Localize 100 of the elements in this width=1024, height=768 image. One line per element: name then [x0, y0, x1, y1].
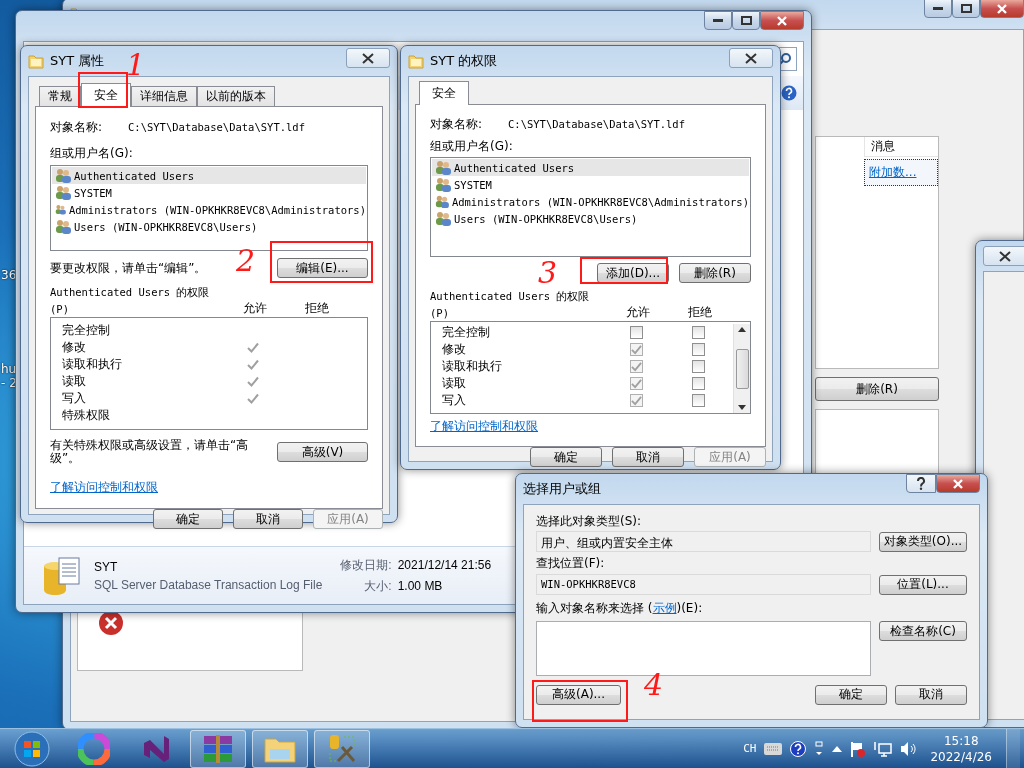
tab[interactable]: 安全: [419, 81, 469, 105]
permission-name: 修改: [441, 341, 467, 358]
remove-button[interactable]: 删除(R): [679, 263, 751, 283]
checkbox[interactable]: [691, 360, 705, 373]
size-label: 大小:: [364, 577, 392, 595]
flag-icon[interactable]: [850, 740, 867, 757]
help-link[interactable]: 了解访问控制和权限: [430, 417, 538, 435]
object-name-label: 对象名称:: [50, 118, 104, 136]
maximize-icon: [960, 4, 972, 13]
keyboard-icon[interactable]: [764, 742, 783, 755]
user-item[interactable]: Users (WIN-OPKHKR8EVC8\Users): [52, 218, 366, 235]
checkbox[interactable]: [629, 377, 643, 390]
scroll-up-icon: [738, 327, 746, 332]
taskbar-app[interactable]: [190, 729, 246, 768]
minimize-button[interactable]: [704, 11, 732, 30]
permission-name: 读取: [61, 373, 87, 390]
restore-icon[interactable]: [814, 740, 825, 757]
dialog-button[interactable]: 确定: [153, 509, 223, 529]
scroll-down-icon: [738, 405, 746, 410]
checkbox[interactable]: [629, 394, 643, 407]
help-link[interactable]: 了解访问控制和权限: [50, 478, 158, 496]
permission-name: 写入: [61, 390, 87, 407]
checkbox[interactable]: [629, 343, 643, 356]
show-desktop-button[interactable]: [1006, 728, 1020, 768]
permission-name: 写入: [441, 392, 467, 409]
locations-button[interactable]: 位置(L)...: [879, 574, 967, 595]
speaker-icon[interactable]: [900, 740, 917, 757]
input-language[interactable]: CH: [743, 742, 757, 755]
dialog-button[interactable]: 取消: [233, 509, 303, 529]
annotation-number: 3: [538, 258, 558, 288]
tab[interactable]: 详细信息: [131, 86, 197, 106]
checkbox[interactable]: [691, 326, 705, 339]
desktop-icon-label[interactable]: hu: [1, 362, 17, 376]
close-button[interactable]: [729, 48, 773, 68]
checkbox[interactable]: [691, 394, 705, 407]
object-name-label: 对象名称:: [430, 115, 484, 133]
file-type: SQL Server Database Transaction Log File: [94, 577, 323, 592]
minimize-button[interactable]: [924, 0, 952, 18]
maximize-button[interactable]: [732, 11, 760, 30]
examples-link[interactable]: 示例: [652, 600, 677, 615]
advanced-button[interactable]: 高级(A)...: [536, 684, 621, 705]
close-button[interactable]: [936, 474, 980, 493]
permission-name: 读取和执行: [61, 356, 123, 373]
database-file-icon: [42, 555, 82, 596]
object-types-button[interactable]: 对象类型(O)...: [879, 531, 967, 552]
users-icon: [435, 160, 451, 175]
caret-up-icon[interactable]: [832, 745, 843, 752]
close-button[interactable]: [346, 48, 390, 68]
check-names-button[interactable]: 检查名称(C): [879, 621, 967, 642]
close-button[interactable]: [760, 11, 804, 30]
user-item[interactable]: Users (WIN-OPKHKR8EVC8\Users): [432, 210, 749, 227]
users-icon: [435, 211, 451, 226]
user-item[interactable]: Authenticated Users: [432, 159, 749, 176]
advanced-button[interactable]: 高级(V): [277, 442, 368, 462]
search-icon: [778, 52, 792, 66]
tab[interactable]: 安全: [81, 83, 131, 107]
check-icon: [247, 376, 259, 387]
users-icon: [55, 185, 71, 200]
remove-button[interactable]: 删除(R): [815, 377, 939, 401]
tab[interactable]: 常规: [39, 86, 81, 106]
clock[interactable]: 15:18 2022/4/26: [924, 732, 998, 765]
maximize-button[interactable]: [952, 0, 980, 18]
ok-button[interactable]: 确定: [815, 684, 887, 705]
close-icon: [952, 478, 964, 489]
check-icon: [247, 359, 259, 370]
close-button[interactable]: [983, 246, 1024, 266]
close-icon: [776, 15, 788, 26]
user-item[interactable]: Administrators (WIN-OPKHKR8EVC8\Administrators): [52, 201, 366, 218]
checkbox[interactable]: [691, 377, 705, 390]
permission-name: 特殊权限: [61, 407, 111, 424]
user-item[interactable]: SYSTEM: [52, 184, 366, 201]
help-button[interactable]: [906, 474, 936, 493]
close-icon: [998, 250, 1012, 262]
desktop-icon-label[interactable]: 36: [1, 268, 17, 282]
checkbox[interactable]: [691, 343, 705, 356]
tab[interactable]: 以前的版本: [197, 86, 275, 106]
help-icon[interactable]: [790, 740, 807, 757]
cancel-button[interactable]: 取消: [895, 684, 967, 705]
scroll-thumb[interactable]: [735, 348, 749, 389]
minimize-icon: [713, 18, 723, 23]
add-button[interactable]: 添加(D)...: [597, 263, 669, 283]
checkbox[interactable]: [629, 360, 643, 373]
dialog-button[interactable]: 确定: [530, 447, 602, 467]
help-icon[interactable]: [781, 85, 797, 101]
modified-label: 修改日期:: [340, 556, 392, 574]
object-path: C:\SYT\Database\Data\SYT.ldf: [128, 121, 305, 133]
question-icon: [916, 477, 926, 490]
dialog-button[interactable]: 取消: [612, 447, 684, 467]
checkbox[interactable]: [629, 326, 643, 339]
network-icon[interactable]: [874, 740, 893, 757]
user-item[interactable]: SYSTEM: [432, 176, 749, 193]
column-header[interactable]: 消息: [871, 138, 895, 155]
user-item[interactable]: Authenticated Users: [52, 167, 366, 184]
scrollbar[interactable]: [733, 324, 750, 413]
edit-button[interactable]: 编辑(E)...: [277, 258, 368, 278]
user-item[interactable]: Administrators (WIN-OPKHKR8EVC8\Administrators): [432, 193, 749, 210]
close-button[interactable]: [980, 0, 1024, 18]
taskbar-app[interactable]: [314, 729, 370, 768]
taskbar-app[interactable]: [252, 729, 308, 768]
annotation-number: 4: [644, 670, 664, 700]
